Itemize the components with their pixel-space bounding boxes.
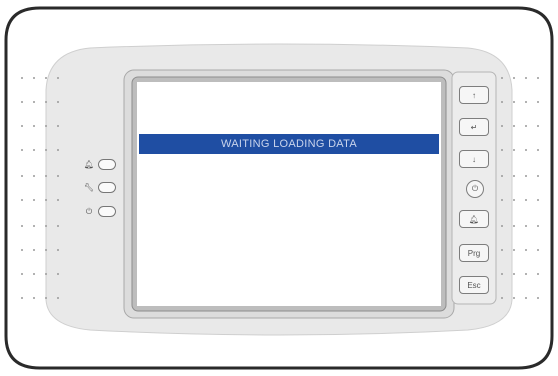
loading-status-text: WAITING LOADING DATA xyxy=(221,138,357,150)
loading-status-bar: WAITING LOADING DATA xyxy=(139,134,439,154)
down-key[interactable]: ↓ xyxy=(459,150,489,168)
up-key[interactable]: ↑ xyxy=(459,86,489,104)
power-icon: ⏻ xyxy=(471,184,479,193)
alarm-led xyxy=(98,159,116,170)
alarm-led-icon: 🔔︎ xyxy=(83,160,95,169)
enter-icon: ↵ xyxy=(470,122,478,132)
power-key[interactable]: ⏻ xyxy=(466,180,484,198)
power-led-icon: ⏻ xyxy=(85,207,93,216)
up-arrow-icon: ↑ xyxy=(472,90,476,100)
lcd-screen: WAITING LOADING DATA xyxy=(137,82,441,306)
power-led xyxy=(98,206,116,217)
esc-label: Esc xyxy=(467,280,481,290)
enter-key[interactable]: ↵ xyxy=(459,118,489,136)
down-arrow-icon: ↓ xyxy=(472,154,476,164)
service-led xyxy=(98,182,116,193)
prg-key[interactable]: Prg xyxy=(459,244,489,262)
service-led-icon: 🔧︎ xyxy=(83,183,95,192)
bell-icon: 🔔︎ xyxy=(468,214,480,224)
prg-label: Prg xyxy=(467,248,481,258)
esc-key[interactable]: Esc xyxy=(459,276,489,294)
alarm-key[interactable]: 🔔︎ xyxy=(459,210,489,228)
